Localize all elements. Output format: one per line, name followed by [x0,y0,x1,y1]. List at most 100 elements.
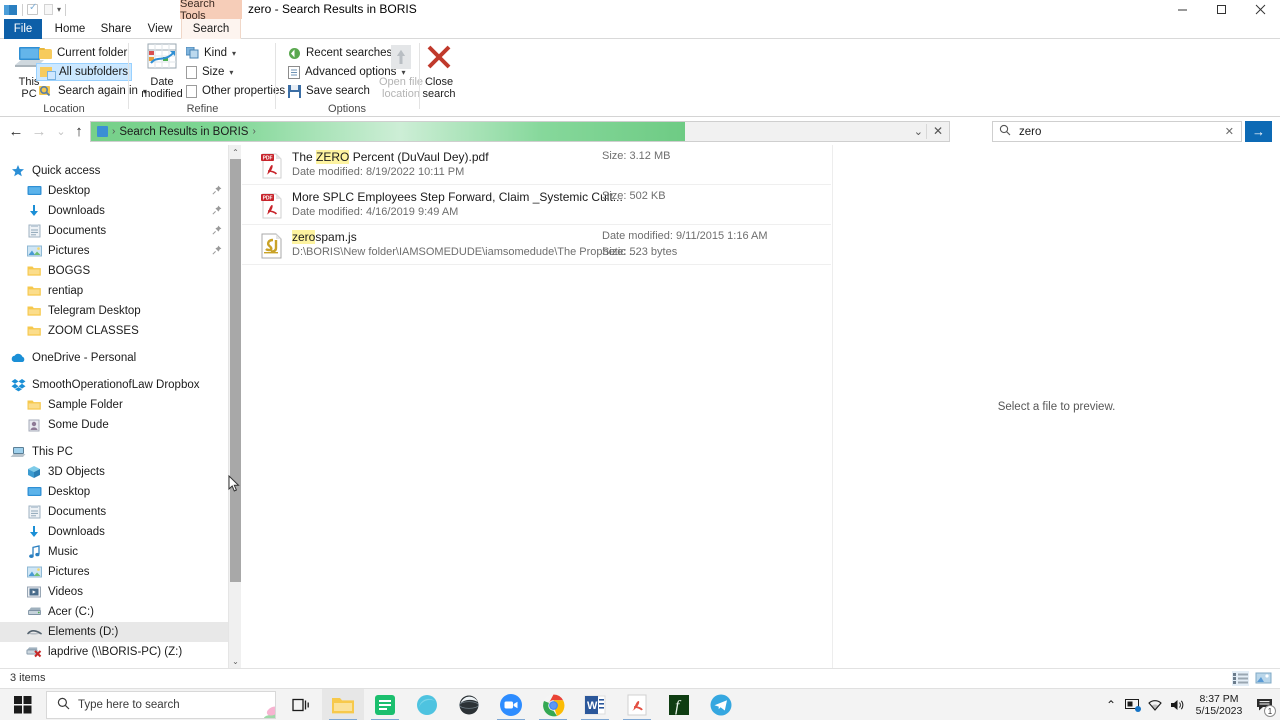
sidebar-item-label: Videos [48,586,83,598]
taskbar-app-sphere[interactable] [448,689,490,720]
close-search-button[interactable]: Close search [420,43,458,100]
taskbar-app-word[interactable]: W [574,689,616,720]
taskbar-app-telegram[interactable] [700,689,742,720]
taskbar-search-input[interactable]: Type here to search [46,691,276,719]
sidebar-item-desktop[interactable]: Desktop [0,181,228,201]
file-name[interactable]: zerospam.js [292,230,357,244]
current-folder-button[interactable]: Current folder [36,44,130,62]
tab-file[interactable]: File [4,19,42,39]
taskbar-app-acrobat[interactable] [616,689,658,720]
file-list-row[interactable]: PDFThe ZERO Percent (DuVaul Dey).pdfDate… [242,145,831,185]
notifications-button[interactable]: 1 [1250,689,1280,720]
back-button[interactable]: ← [5,118,27,144]
sidebar-item-this-pc[interactable]: This PC [0,442,228,462]
file-list-row[interactable]: zerospam.jsD:\BORIS\New folder\IAMSOMEDU… [242,225,831,265]
sidebar-item-3d-objects[interactable]: 3D Objects [0,462,228,482]
file-list-row[interactable]: PDFMore SPLC Employees Step Forward, Cla… [242,185,831,225]
search-input[interactable]: zero ✕ [992,121,1242,142]
date-modified-label-line1: Date [150,77,173,89]
svg-text:W: W [587,700,598,712]
sidebar-item-pictures[interactable]: Pictures [0,241,228,261]
size-button[interactable]: Size ▾ [183,63,236,81]
tab-view[interactable]: View [140,19,180,39]
sidebar-item-sample-folder[interactable]: Sample Folder [0,395,228,415]
sidebar-item-telegram-desktop[interactable]: Telegram Desktop [0,301,228,321]
address-bar[interactable]: › Search Results in BORIS › ⌄ ✕ [90,121,950,142]
properties-icon[interactable] [44,4,53,15]
pin-icon[interactable] [212,245,222,258]
date-modified-button[interactable]: Date modified [136,43,188,100]
search-go-button[interactable]: → [1245,121,1272,142]
forward-button[interactable]: → [28,118,50,144]
properties-check-icon[interactable] [27,4,38,15]
details-view-button[interactable] [1232,671,1249,686]
sidebar-item-zoom-classes[interactable]: ZOOM CLASSES [0,321,228,341]
scroll-down-icon[interactable]: ⌄ [229,654,242,668]
pin-icon[interactable] [212,225,222,238]
taskbar-app-chrome[interactable] [532,689,574,720]
chevron-down-icon[interactable]: ▾ [57,3,61,16]
sidebar-item-some-dude[interactable]: Some Dude [0,415,228,435]
scrollbar-thumb[interactable] [230,159,241,582]
sidebar-item-acer-c[interactable]: Acer (C:) [0,602,228,622]
start-button[interactable] [0,689,46,720]
sidebar-item-boggs[interactable]: BOGGS [0,261,228,281]
sidebar-item-desktop[interactable]: Desktop [0,482,228,502]
presentation-icon[interactable] [1122,689,1144,720]
sidebar-item-label: Desktop [48,185,90,197]
taskbar-app-file-explorer[interactable] [322,689,364,720]
sidebar-item-documents[interactable]: Documents [0,221,228,241]
tab-share[interactable]: Share [94,19,138,39]
sidebar-item-elements-d[interactable]: Elements (D:) [0,622,228,642]
address-clear-icon[interactable]: ✕ [933,124,943,138]
tab-search[interactable]: Search [181,19,241,39]
sidebar-item-videos[interactable]: Videos [0,582,228,602]
pin-icon[interactable] [212,205,222,218]
sidebar-item-smoothoperationoflaw-dropbox[interactable]: SmoothOperationofLaw Dropbox [0,375,228,395]
sidebar-item-rentiap[interactable]: rentiap [0,281,228,301]
clock[interactable]: 8:37 PM 5/15/2023 [1188,689,1250,720]
file-name[interactable]: More SPLC Employees Step Forward, Claim … [292,190,623,204]
large-icons-view-button[interactable] [1255,671,1272,686]
search-clear-icon[interactable]: ✕ [1225,125,1234,138]
taskbar-app-zoom[interactable] [490,689,532,720]
folder-icon [4,4,18,16]
word-icon: W [584,694,606,716]
sidebar-item-downloads[interactable]: Downloads [0,201,228,221]
up-button[interactable]: ↑ [68,118,90,144]
close-button[interactable] [1241,0,1280,19]
file-name[interactable]: The ZERO Percent (DuVaul Dey).pdf [292,150,489,164]
kind-button[interactable]: Kind ▾ [183,44,239,62]
minimize-button[interactable] [1163,0,1202,19]
volume-icon[interactable] [1166,689,1188,720]
chevron-down-icon[interactable]: ▾ [229,68,233,77]
sidebar-item-quick-access[interactable]: Quick access [0,161,228,181]
task-view-button[interactable] [286,689,316,720]
sidebar-item-lapdrive-boris-pc-z[interactable]: lapdrive (\\BORIS-PC) (Z:) [0,642,228,662]
sidebar-item-onedrive-personal[interactable]: OneDrive - Personal [0,348,228,368]
address-dropdown-icon[interactable]: ⌄ [914,125,923,138]
breadcrumb[interactable]: › Search Results in BORIS › [91,126,256,138]
pin-icon[interactable] [212,185,222,198]
tab-home[interactable]: Home [48,19,92,39]
save-search-button[interactable]: Save search [285,82,373,100]
maximize-button[interactable] [1202,0,1241,19]
breadcrumb-separator[interactable]: › [252,126,255,137]
sidebar-item-documents[interactable]: Documents [0,502,228,522]
navigation-pane-scrollbar[interactable]: ⌃ ⌄ [228,145,241,668]
scroll-up-icon[interactable]: ⌃ [229,145,242,159]
wifi-icon[interactable] [1144,689,1166,720]
taskbar-app-math[interactable]: f [658,689,700,720]
sidebar-item-label: Downloads [48,526,105,538]
sidebar-item-music[interactable]: Music [0,542,228,562]
divider [926,124,927,139]
taskbar-app-edge[interactable] [406,689,448,720]
search-input-value[interactable]: zero [1019,126,1041,138]
breadcrumb-current[interactable]: Search Results in BORIS [119,126,248,138]
chevron-down-icon[interactable]: ▾ [232,49,236,58]
sidebar-item-pictures[interactable]: Pictures [0,562,228,582]
taskbar-app-notes[interactable] [364,689,406,720]
sidebar-item-downloads[interactable]: Downloads [0,522,228,542]
show-hidden-icons-button[interactable]: ⌃ [1100,689,1122,720]
all-subfolders-button[interactable]: All subfolders [36,63,132,81]
